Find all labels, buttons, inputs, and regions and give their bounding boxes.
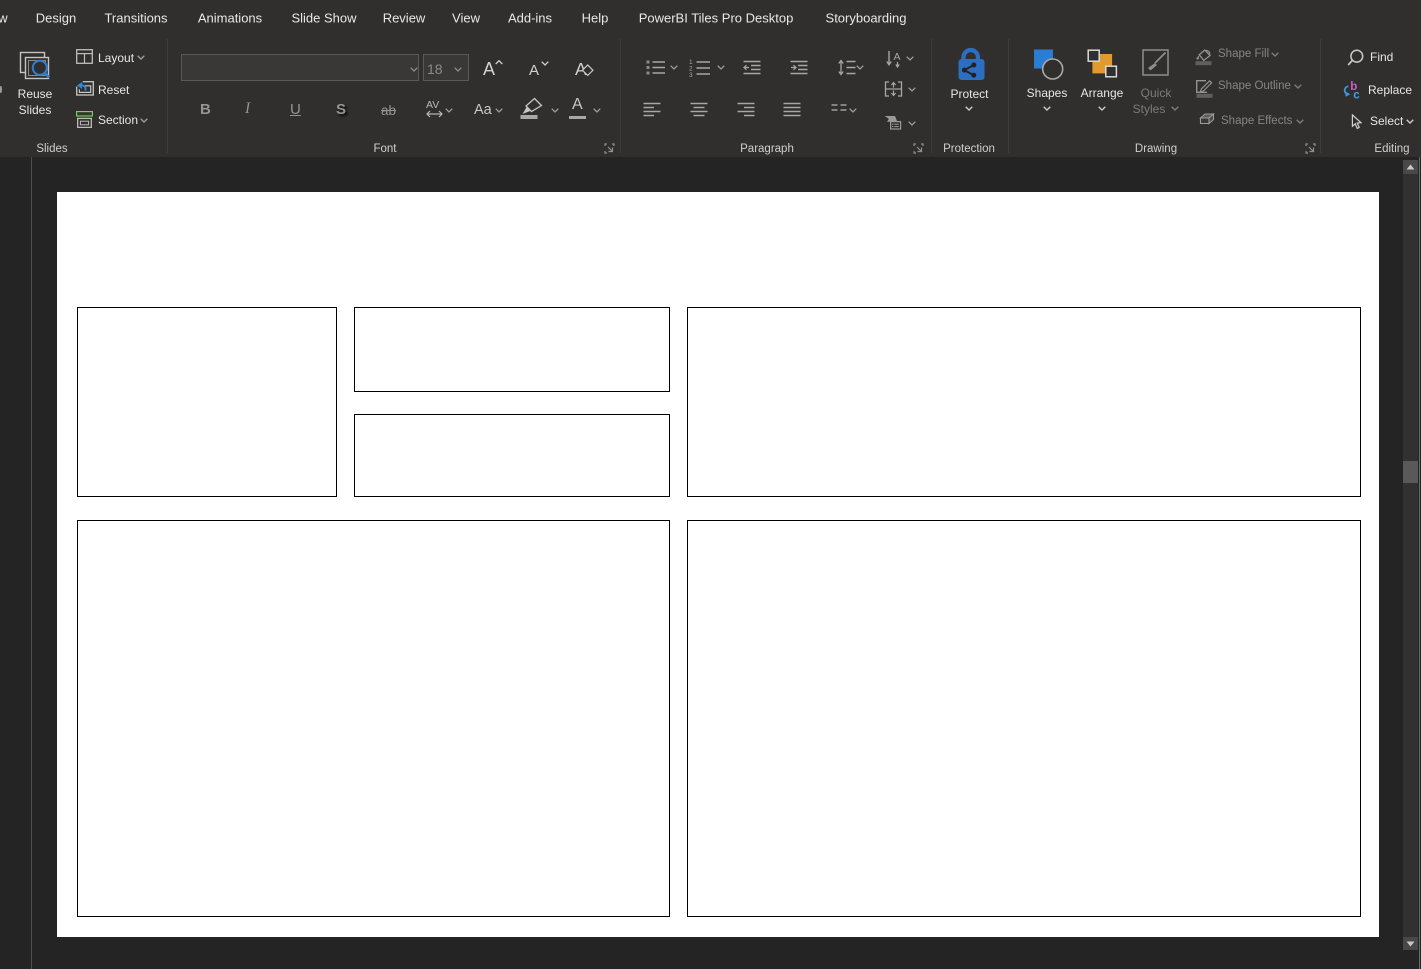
svg-text:3: 3: [689, 72, 693, 77]
svg-text:A: A: [894, 51, 901, 63]
svg-text:AV: AV: [426, 99, 439, 111]
svg-text:c: c: [1353, 90, 1360, 101]
